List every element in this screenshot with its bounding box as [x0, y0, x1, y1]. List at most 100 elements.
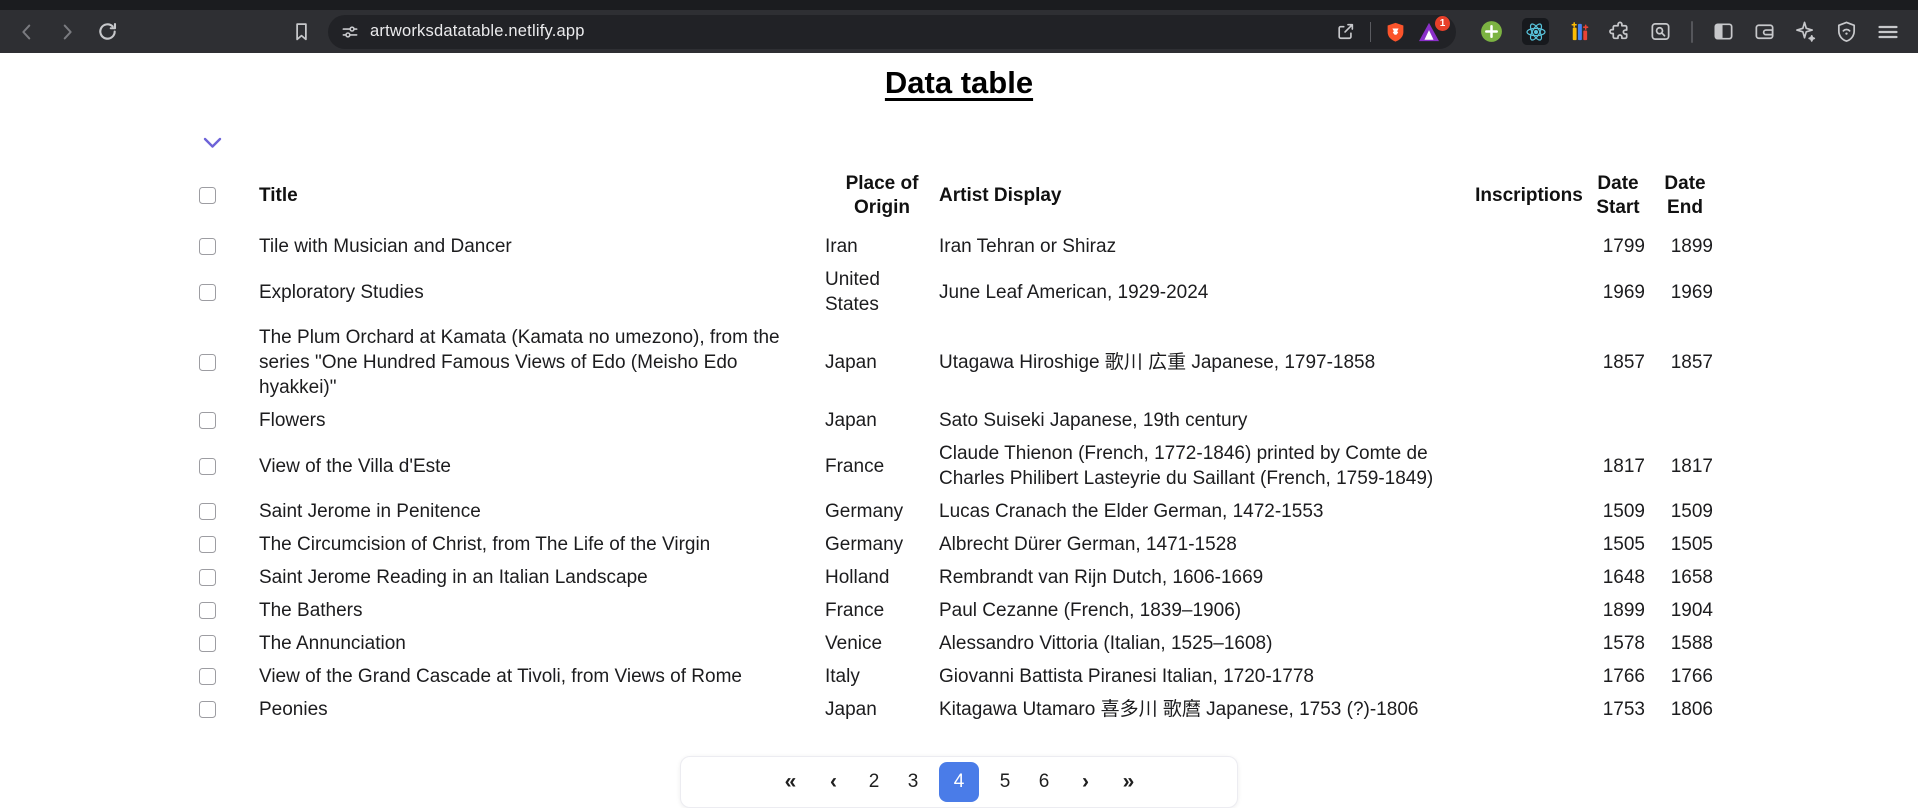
table-row: View of the Grand Cascade at Tivoli, fro… — [199, 660, 1719, 693]
rewards-badge: 1 — [1435, 15, 1450, 31]
cell-date-end: 1505 — [1670, 534, 1713, 555]
row-checkbox[interactable] — [199, 602, 216, 620]
header-date-start[interactable]: Date Start — [1585, 166, 1651, 230]
row-checkbox-cell — [199, 693, 259, 726]
cell-inscriptions — [1473, 693, 1585, 726]
nav-buttons — [10, 15, 125, 49]
cell-date-end: 1899 — [1670, 236, 1713, 257]
bookmark-icon[interactable] — [285, 15, 318, 49]
page-button-2[interactable]: 2 — [861, 762, 887, 802]
back-icon[interactable] — [10, 15, 44, 49]
row-checkbox[interactable] — [199, 457, 216, 475]
cell-date-end: 1588 — [1670, 633, 1713, 654]
first-page-button[interactable]: « — [775, 762, 805, 802]
page-button-6[interactable]: 6 — [1031, 762, 1057, 802]
browser-toolbar: artworksdatatable.netlify.app 1 — [0, 10, 1918, 53]
cell-date-start: 1799 — [1602, 236, 1645, 257]
site-settings-icon[interactable] — [340, 15, 360, 49]
cell-inscriptions — [1473, 230, 1585, 263]
last-page-button[interactable]: » — [1113, 762, 1143, 802]
table-row: The Bathers France Paul Cezanne (French,… — [199, 594, 1719, 627]
cell-artist-display: Claude Thienon (French, 1772-1846) print… — [939, 443, 1434, 489]
find-in-page-icon[interactable] — [1642, 15, 1679, 49]
row-checkbox[interactable] — [199, 238, 216, 256]
prev-page-button[interactable]: ‹ — [818, 762, 848, 802]
row-checkbox[interactable] — [199, 536, 216, 554]
table-row: Exploratory Studies United States June L… — [199, 263, 1719, 321]
reload-icon[interactable] — [90, 15, 125, 49]
page-button-4[interactable]: 4 — [939, 762, 979, 802]
react-devtools-icon[interactable] — [1515, 15, 1556, 49]
cell-inscriptions — [1473, 528, 1585, 561]
url-bar[interactable]: artworksdatatable.netlify.app 1 — [328, 14, 1456, 49]
cell-artist-display: Albrecht Dürer German, 1471-1528 — [939, 534, 1237, 555]
cell-date-start: 1817 — [1602, 455, 1645, 477]
page-title: Data table — [884, 65, 1034, 100]
row-checkbox-cell — [199, 528, 259, 561]
brave-rewards-icon[interactable]: 1 — [1412, 15, 1450, 49]
page-button-5[interactable]: 5 — [992, 762, 1018, 802]
row-checkbox[interactable] — [199, 503, 216, 521]
wallet-icon[interactable] — [1746, 15, 1783, 49]
extensions-puzzle-icon[interactable] — [1601, 15, 1638, 49]
cell-artist-display: Giovanni Battista Piranesi Italian, 1720… — [939, 666, 1314, 687]
row-checkbox[interactable] — [199, 283, 216, 301]
cell-title: The Circumcision of Christ, from The Lif… — [259, 534, 711, 555]
sidebar-toggle-icon[interactable] — [1705, 15, 1742, 49]
cell-artist-display: Sato Suiseki Japanese, 19th century — [939, 410, 1248, 431]
cell-title: Flowers — [259, 410, 326, 431]
cell-place-of-origin: Japan — [825, 352, 877, 373]
page-button-3[interactable]: 3 — [900, 762, 926, 802]
cell-place-of-origin: Germany — [825, 501, 904, 522]
cell-inscriptions — [1473, 561, 1585, 594]
cell-date-start: 1509 — [1602, 501, 1645, 522]
cell-title: The Bathers — [259, 600, 363, 621]
row-checkbox-cell — [199, 404, 259, 437]
url-text: artworksdatatable.netlify.app — [370, 22, 585, 40]
cell-date-start: 1648 — [1602, 567, 1645, 588]
cell-date-start: 1766 — [1602, 666, 1645, 687]
cell-artist-display: Utagawa Hiroshige 歌川 広重 Japanese, 1797-1… — [939, 352, 1376, 373]
cell-place-of-origin: United States — [825, 269, 880, 315]
add-extension-icon[interactable] — [1472, 15, 1511, 49]
cell-title: Saint Jerome Reading in an Italian Lands… — [259, 567, 648, 588]
forward-icon[interactable] — [50, 15, 84, 49]
cell-date-end: 1509 — [1670, 501, 1713, 522]
row-checkbox[interactable] — [199, 701, 216, 719]
row-checkbox-cell — [199, 321, 259, 404]
row-checkbox-cell — [199, 627, 259, 660]
vpn-shield-icon[interactable] — [1828, 15, 1865, 49]
share-icon[interactable] — [1329, 15, 1362, 49]
cell-date-end: 1969 — [1670, 281, 1713, 303]
header-place-of-origin[interactable]: Place of Origin — [825, 166, 939, 230]
row-checkbox[interactable] — [199, 569, 216, 587]
row-checkbox[interactable] — [199, 635, 216, 653]
cell-inscriptions — [1473, 495, 1585, 528]
next-page-button[interactable]: › — [1070, 762, 1100, 802]
cell-title: Saint Jerome in Penitence — [259, 501, 481, 522]
cell-date-end: 1817 — [1670, 455, 1713, 477]
row-checkbox[interactable] — [199, 354, 216, 372]
stats-extension-icon[interactable] — [1560, 15, 1597, 49]
row-checkbox[interactable] — [199, 412, 216, 430]
cell-artist-display: Lucas Cranach the Elder German, 1472-155… — [939, 501, 1324, 522]
leo-ai-sparkles-icon[interactable] — [1787, 15, 1824, 49]
header-date-end[interactable]: Date End — [1651, 166, 1719, 230]
cell-place-of-origin: Germany — [825, 534, 904, 555]
header-inscriptions[interactable]: Inscriptions — [1473, 166, 1585, 230]
brave-shield-icon[interactable] — [1379, 15, 1412, 49]
cell-title: The Plum Orchard at Kamata (Kamata no um… — [259, 327, 780, 398]
header-title[interactable]: Title — [259, 166, 825, 230]
row-checkbox[interactable] — [199, 668, 216, 686]
select-all-checkbox[interactable] — [199, 187, 216, 205]
cell-title: The Annunciation — [259, 633, 406, 654]
window-top-strip — [0, 0, 1918, 10]
table-row: Peonies Japan Kitagawa Utamaro 喜多川 歌麿 Ja… — [199, 693, 1719, 726]
cell-title: Tile with Musician and Dancer — [259, 236, 512, 257]
row-checkbox-cell — [199, 230, 259, 263]
cell-inscriptions — [1473, 660, 1585, 693]
header-artist-display[interactable]: Artist Display — [939, 166, 1473, 230]
collapse-chevron-icon[interactable] — [203, 137, 222, 152]
menu-hamburger-icon[interactable] — [1869, 15, 1907, 49]
cell-date-end: 1658 — [1670, 567, 1713, 588]
